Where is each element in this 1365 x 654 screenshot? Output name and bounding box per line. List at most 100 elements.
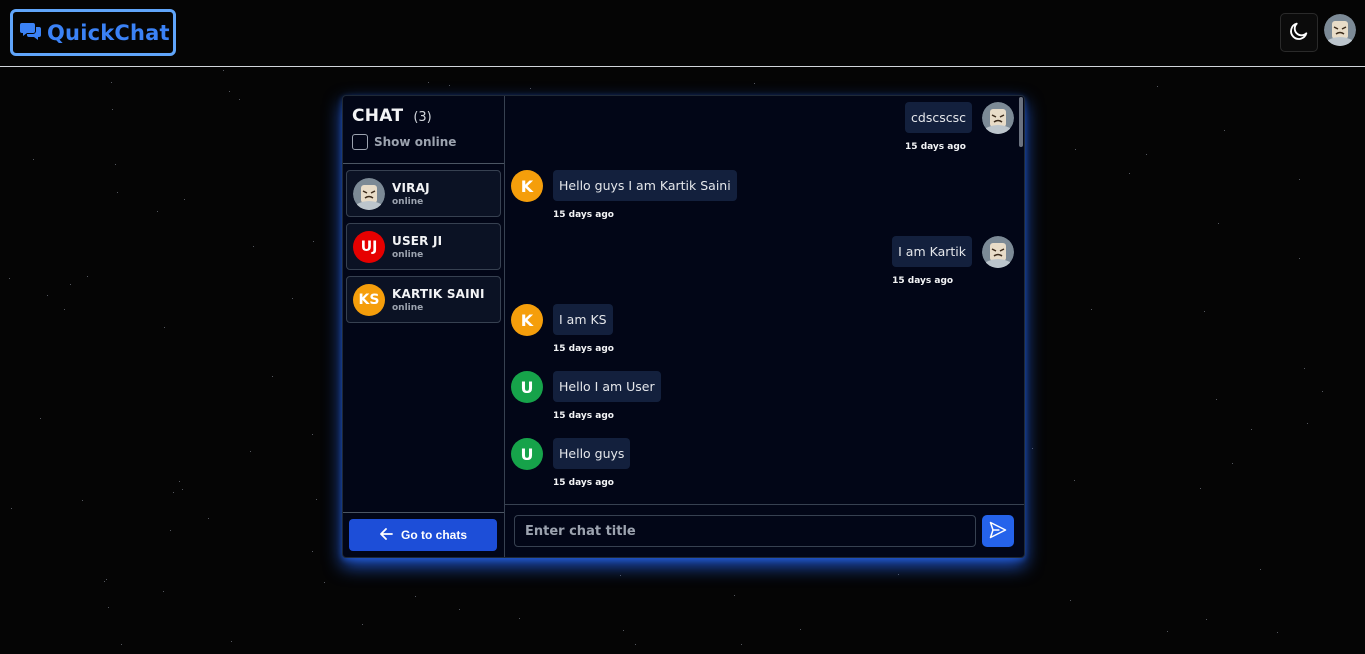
message-item: K Hello guys I am Kartik Saini 15 days a… (511, 170, 737, 220)
avatar (353, 177, 385, 210)
star (324, 582, 325, 583)
avatar: K (511, 304, 543, 336)
message-timestamp: 15 days ago (553, 478, 614, 488)
message-timestamp: 15 days ago (553, 210, 614, 220)
message-bubble: I am KS (553, 304, 613, 335)
user-avatar[interactable] (1324, 14, 1356, 46)
star (104, 581, 105, 582)
star (1070, 600, 1071, 601)
message-timestamp: 15 days ago (892, 276, 954, 286)
avatar (982, 236, 1014, 268)
star (250, 451, 251, 452)
theme-toggle-button[interactable] (1280, 13, 1318, 52)
star (620, 575, 621, 576)
star (1277, 632, 1278, 633)
star (1074, 480, 1075, 481)
chat-title-input[interactable] (514, 515, 976, 547)
user-list: VIRAJ online UJ USER JI online KS KARTIK… (343, 164, 504, 335)
quickchat-logo[interactable]: QuickChat (10, 9, 176, 56)
profile-picture-icon (982, 102, 1014, 134)
send-icon (988, 520, 1008, 543)
star (1299, 258, 1300, 259)
user-status: online (392, 302, 424, 313)
star (449, 85, 450, 86)
chat-heading: CHAT (352, 106, 404, 126)
profile-picture-icon (353, 177, 385, 210)
star (459, 609, 460, 610)
star (635, 644, 636, 645)
message-item: K I am KS 15 days ago (511, 304, 614, 354)
user-status: online (392, 249, 424, 260)
star (1299, 179, 1300, 180)
top-navbar: QuickChat (0, 0, 1365, 67)
star (1218, 223, 1219, 224)
user-item-user-ji[interactable]: UJ USER JI online (346, 223, 501, 270)
star (111, 82, 112, 83)
logo-text: QuickChat (47, 20, 170, 45)
message-timestamp: 15 days ago (553, 344, 614, 354)
star (1322, 391, 1323, 392)
user-name: USER JI (392, 233, 443, 248)
star (1260, 569, 1261, 570)
star (754, 83, 755, 84)
star (157, 211, 158, 212)
avatar (982, 102, 1014, 134)
star (163, 591, 164, 592)
show-online-toggle[interactable]: Show online (352, 134, 495, 150)
arrow-left-icon (379, 527, 393, 544)
star (800, 629, 801, 630)
show-online-checkbox[interactable] (352, 134, 368, 150)
message-composer (505, 504, 1024, 557)
user-name: VIRAJ (392, 180, 430, 195)
avatar: UJ (353, 230, 385, 263)
chat-main: cdscscsc 15 days ago K Hello guys I am K… (505, 96, 1024, 557)
star (1167, 631, 1168, 632)
star (40, 418, 41, 419)
message-timestamp: 15 days ago (905, 142, 966, 152)
star (208, 518, 209, 519)
star (115, 164, 116, 165)
star (1224, 130, 1225, 131)
profile-picture-icon (1324, 14, 1356, 46)
chat-window: CHAT (3) Show online VIRAJ online UJ USE… (342, 95, 1025, 558)
star (1091, 309, 1092, 310)
star (87, 276, 88, 277)
star (33, 159, 34, 160)
message-item: cdscscsc 15 days ago (905, 102, 1014, 152)
star (519, 618, 520, 619)
star (1251, 429, 1252, 430)
avatar: KS (353, 283, 385, 316)
sidebar-header: CHAT (3) Show online (343, 96, 504, 164)
user-item-kartik-saini[interactable]: KS KARTIK SAINI online (346, 276, 501, 323)
star (1216, 399, 1217, 400)
star (121, 644, 122, 645)
star (530, 88, 531, 89)
star (312, 551, 313, 552)
star (1200, 488, 1201, 489)
avatar: U (511, 438, 543, 470)
star (108, 607, 109, 608)
message-bubble: I am Kartik (892, 236, 972, 267)
star (64, 309, 65, 310)
user-item-viraj[interactable]: VIRAJ online (346, 170, 501, 217)
star (112, 109, 113, 110)
message-scrollbar[interactable] (1019, 97, 1023, 147)
star (170, 530, 171, 531)
star (239, 99, 240, 100)
star (231, 641, 232, 642)
star (292, 298, 293, 299)
message-list[interactable]: cdscscsc 15 days ago K Hello guys I am K… (505, 96, 1024, 505)
star (9, 278, 10, 279)
star (182, 489, 183, 490)
go-to-chats-label: Go to chats (400, 528, 467, 542)
star (82, 500, 83, 501)
star (1032, 448, 1033, 449)
star (623, 630, 624, 631)
chat-bubbles-icon (20, 21, 42, 45)
send-button[interactable] (982, 515, 1014, 547)
message-timestamp: 15 days ago (553, 411, 614, 421)
star (1232, 463, 1233, 464)
go-to-chats-button[interactable]: Go to chats (349, 519, 497, 551)
star (313, 241, 314, 242)
star (47, 295, 48, 296)
